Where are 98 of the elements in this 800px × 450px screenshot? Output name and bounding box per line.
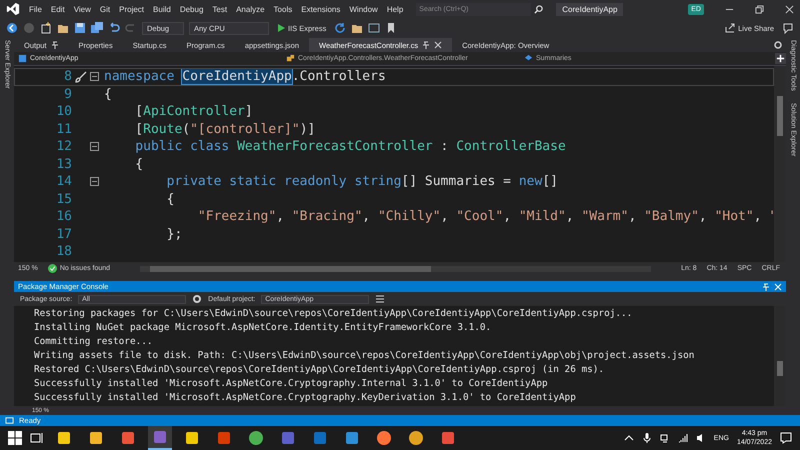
app-icon	[409, 431, 423, 445]
line-number: 8	[63, 69, 72, 84]
vs-logo-icon	[6, 2, 20, 16]
chevron-up-icon[interactable]	[624, 433, 634, 443]
app-icon	[345, 431, 359, 445]
pin-icon[interactable]	[422, 41, 430, 49]
code-line: private static readonly string[] Summaries = new[]	[166, 174, 558, 190]
output-icon	[5, 416, 14, 425]
menu-item[interactable]: View	[74, 4, 91, 14]
folder-icon[interactable]	[57, 22, 69, 34]
app-icon	[217, 431, 231, 445]
line-number: 11	[55, 122, 72, 137]
app-icon	[121, 431, 135, 445]
notifications-icon[interactable]	[780, 432, 792, 444]
settings-icon[interactable]	[192, 294, 202, 304]
undo-icon[interactable]	[108, 22, 120, 34]
code-line: namespace CoreIdentiyApp.Controllers	[104, 69, 386, 84]
app-icon	[441, 431, 455, 445]
share-icon	[725, 23, 736, 33]
project-icon	[18, 54, 27, 63]
taskbar-app[interactable]	[148, 426, 172, 450]
console-line: Writing assets file to disk. Path: C:\Users\EdwinD\source\repos\CoreIdentiyApp\CoreIdentiyApp\obj\project.assets.json	[34, 349, 696, 363]
windows-logo-icon[interactable]	[8, 431, 22, 445]
save-icon[interactable]	[74, 22, 86, 34]
line-number: 9	[63, 86, 72, 102]
line-number: 18	[55, 244, 72, 260]
wifi-icon[interactable]	[678, 433, 688, 443]
app-icon	[377, 431, 391, 445]
microphone-icon[interactable]	[642, 433, 652, 443]
menu-item[interactable]: Help	[386, 4, 404, 14]
code-line: public class WeatherForecastController : ControllerBase	[134, 139, 566, 154]
app-icon	[153, 430, 167, 444]
collapse-icon[interactable]	[90, 177, 99, 186]
refresh-icon[interactable]	[334, 22, 346, 34]
save-all-icon[interactable]	[91, 22, 103, 34]
menu-item[interactable]: Window	[349, 4, 378, 14]
task-view-icon[interactable]	[30, 431, 44, 445]
app-icon	[185, 431, 199, 445]
network-icon[interactable]	[660, 433, 670, 443]
feedback-icon[interactable]	[782, 22, 794, 34]
window-icon[interactable]	[368, 22, 380, 34]
line-number: 16	[55, 209, 72, 224]
brush-icon[interactable]	[75, 70, 87, 83]
collapse-icon[interactable]	[90, 142, 99, 152]
plus-icon[interactable]	[775, 53, 786, 64]
close-icon[interactable]	[434, 41, 442, 49]
menu-item[interactable]: File	[29, 4, 42, 14]
menu-item[interactable]: Git	[100, 4, 110, 14]
menu-item[interactable]: Extensions	[301, 4, 340, 14]
collapse-icon[interactable]	[90, 72, 99, 82]
solution-name: CoreIdentiyApp	[556, 2, 624, 16]
close-icon[interactable]	[785, 4, 794, 14]
console-line: Committing restore...	[34, 335, 154, 349]
code-line: [Route("[controller]")]	[134, 122, 316, 137]
menu-item[interactable]: Build	[153, 4, 171, 14]
restore-icon[interactable]	[755, 4, 764, 14]
line-number: 13	[55, 156, 72, 172]
code-line: };	[166, 226, 182, 242]
back-icon[interactable]	[6, 22, 18, 34]
console-line: Installing NuGet package Microsoft.AspNetCore.Identity.EntityFrameworkCore 3.1.0.	[34, 321, 492, 335]
code-line: [ApiController]	[134, 104, 253, 120]
menu-item[interactable]: Tools	[274, 4, 292, 14]
menu-item[interactable]: Project	[119, 4, 144, 14]
console-line: Successfully installed 'Microsoft.AspNetCore.Cryptography.KeyDerivation 3.1.0' to CoreIdentiyApp	[34, 391, 577, 405]
line-number: 17	[55, 226, 72, 242]
clear-icon[interactable]	[375, 294, 386, 304]
app-icon	[89, 431, 103, 445]
scrollbar[interactable]	[774, 306, 786, 406]
line-number: 12	[55, 139, 72, 154]
pin-icon[interactable]	[50, 41, 59, 49]
menu-item[interactable]: Edit	[50, 4, 65, 14]
play-icon	[277, 24, 285, 32]
folder-icon[interactable]	[351, 22, 364, 34]
app-icon	[281, 431, 295, 445]
app-icon	[57, 431, 71, 445]
menu-item[interactable]: Debug	[180, 4, 204, 14]
class-icon	[286, 54, 295, 63]
check-icon	[48, 264, 57, 273]
console-line: Successfully installed 'Microsoft.AspNetCore.Cryptography.Internal 3.1.0' to CoreIdentiyApp	[34, 377, 549, 391]
code-line: {	[104, 86, 112, 102]
scrollbar[interactable]	[774, 66, 786, 262]
menu-item[interactable]: Analyze	[236, 4, 265, 14]
line-number: 14	[55, 174, 72, 190]
console-line: Restored C:\Users\EdwinD\source\repos\CoreIdentiyApp\CoreIdentiyApp\CoreIdentiyApp.csproj (in 26 ms).	[34, 363, 606, 377]
menu-item[interactable]: Test	[212, 4, 228, 14]
app-icon	[249, 431, 263, 445]
code-line: {	[166, 192, 174, 207]
app-icon	[313, 431, 327, 445]
new-item-icon[interactable]	[40, 22, 52, 34]
settings-icon[interactable]	[774, 41, 782, 49]
search-icon	[534, 4, 544, 14]
field-icon	[524, 54, 533, 63]
console-line: Restoring packages for C:\Users\EdwinD\source\repos\CoreIdentiyApp\CoreIdentiyApp\CoreIdentiyApp.csproj...	[34, 307, 634, 321]
line-number: 15	[55, 192, 72, 207]
code-line: {	[134, 156, 144, 172]
line-number: 10	[55, 104, 72, 120]
horizontal-scrollbar[interactable]	[140, 266, 652, 272]
code-line: "Freezing", "Bracing", "Chilly", "Cool", "Mild", "Warm", "Balmy", "Hot", "	[196, 209, 774, 224]
